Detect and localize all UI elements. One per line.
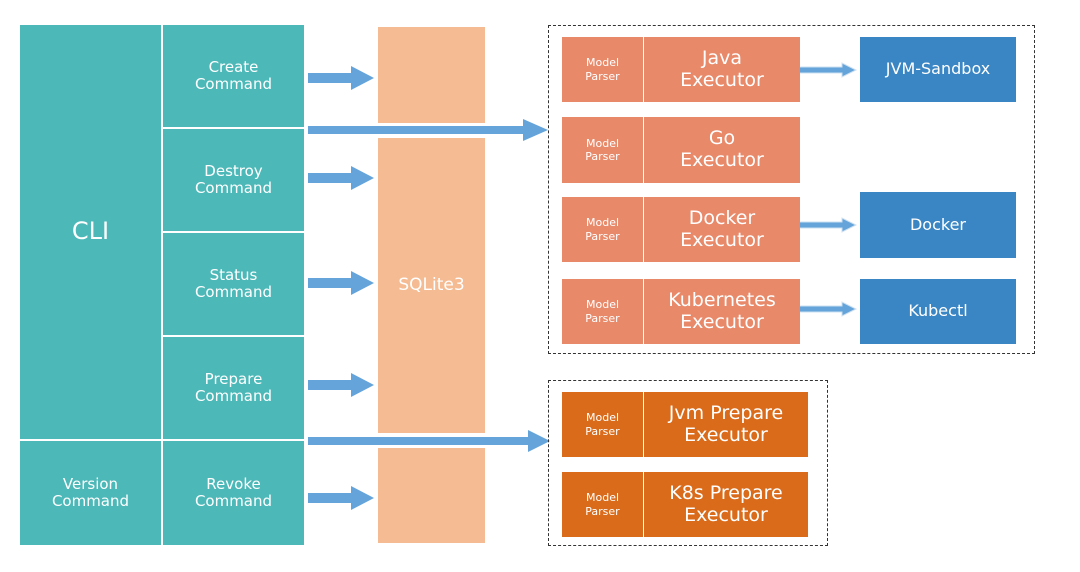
kubectl-box: Kubectl bbox=[860, 279, 1016, 344]
k8s-prepare-executor-label: K8s Prepare Executor bbox=[669, 481, 783, 526]
kubernetes-executor-label: Kubernetes Executor bbox=[668, 288, 776, 333]
jvm-prepare-executor: Jvm Prepare Executor bbox=[644, 392, 808, 457]
model-parser: Model Parser bbox=[562, 117, 643, 183]
model-parser-label: Model Parser bbox=[585, 411, 620, 438]
model-parser-label: Model Parser bbox=[585, 56, 620, 83]
java-executor: Java Executor bbox=[644, 37, 800, 102]
arrow-prepare-to-sqlite bbox=[308, 373, 374, 397]
jvm-sandbox-label: JVM-Sandbox bbox=[885, 59, 991, 79]
model-parser: Model Parser bbox=[562, 472, 643, 537]
k8s-prepare-executor: K8s Prepare Executor bbox=[644, 472, 808, 537]
arrow-status-to-sqlite bbox=[308, 271, 374, 295]
model-parser-label: Model Parser bbox=[585, 298, 620, 325]
model-parser: Model Parser bbox=[562, 279, 643, 344]
docker-executor: Docker Executor bbox=[644, 197, 800, 262]
docker-box: Docker bbox=[860, 192, 1016, 258]
model-parser-label: Model Parser bbox=[585, 136, 620, 163]
model-parser: Model Parser bbox=[562, 392, 643, 457]
model-parser: Model Parser bbox=[562, 37, 643, 102]
jvm-sandbox-box: JVM-Sandbox bbox=[860, 37, 1016, 102]
arrow-to-executors bbox=[308, 119, 548, 141]
go-executor-label: Go Executor bbox=[680, 127, 764, 171]
arrow-destroy-to-sqlite bbox=[308, 166, 374, 190]
model-parser: Model Parser bbox=[562, 197, 643, 262]
jvm-prepare-executor-label: Jvm Prepare Executor bbox=[668, 401, 784, 446]
arrow-to-prepare-executors bbox=[308, 430, 550, 452]
arrow-revoke-to-sqlite bbox=[308, 486, 374, 510]
java-executor-label: Java Executor bbox=[680, 46, 764, 91]
arrow-create-to-sqlite bbox=[308, 66, 374, 90]
docker-executor-label: Docker Executor bbox=[680, 206, 764, 251]
docker-label: Docker bbox=[909, 214, 967, 234]
go-executor: Go Executor bbox=[644, 117, 800, 183]
kubernetes-executor: Kubernetes Executor bbox=[644, 279, 800, 344]
model-parser-label: Model Parser bbox=[585, 216, 620, 243]
model-parser-label: Model Parser bbox=[585, 491, 620, 518]
kubectl-label: Kubectl bbox=[908, 301, 968, 321]
